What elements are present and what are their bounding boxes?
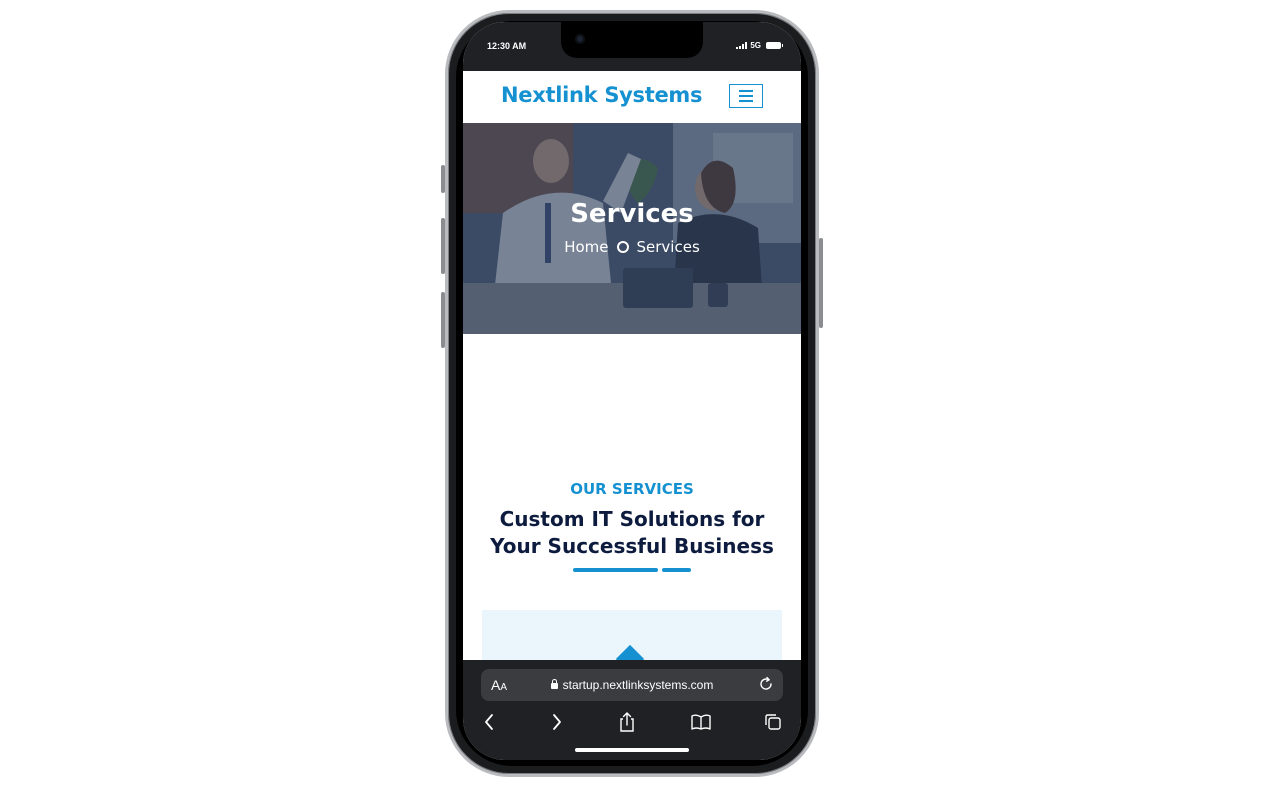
tabs-icon bbox=[765, 714, 781, 730]
address-bar[interactable]: AA startup.nextlinksystems.com bbox=[481, 669, 783, 701]
status-indicators: 5G bbox=[736, 41, 783, 50]
home-indicator[interactable] bbox=[575, 748, 689, 752]
reload-icon[interactable] bbox=[758, 676, 774, 692]
breadcrumb-current: Services bbox=[636, 238, 700, 256]
status-bar: 12:30 AM 5G bbox=[463, 22, 801, 71]
chevron-right-icon bbox=[553, 714, 561, 730]
hamburger-icon-bar bbox=[739, 95, 753, 97]
section-title-line: Your Successful Business bbox=[490, 534, 774, 558]
hamburger-icon-bar bbox=[739, 100, 753, 102]
book-icon bbox=[691, 714, 711, 730]
section-subtitle: OUR SERVICES bbox=[570, 480, 694, 498]
tabs-button[interactable] bbox=[761, 710, 785, 734]
notch bbox=[561, 22, 703, 58]
network-type: 5G bbox=[750, 41, 761, 50]
hero-banner: Services Home Services bbox=[463, 123, 801, 334]
circle-icon bbox=[616, 241, 629, 253]
share-button[interactable] bbox=[615, 710, 639, 734]
back-button[interactable] bbox=[477, 710, 501, 734]
section-title-line: Custom IT Solutions for bbox=[499, 507, 765, 531]
signal-icon bbox=[736, 42, 748, 49]
page-title: Services bbox=[570, 199, 694, 229]
stage: 12:30 AM 5G Nextlink Systems Services Ho… bbox=[0, 0, 1264, 787]
section-title: Custom IT Solutions for Your Successful … bbox=[483, 506, 781, 560]
url-display: startup.nextlinksystems.com bbox=[481, 678, 783, 692]
site-header: Nextlink Systems bbox=[463, 71, 801, 123]
phone-screen: 12:30 AM 5G Nextlink Systems Services Ho… bbox=[463, 22, 801, 760]
browser-toolbar bbox=[463, 710, 801, 736]
title-underline bbox=[573, 568, 658, 572]
share-icon bbox=[620, 712, 634, 732]
hamburger-icon-bar bbox=[739, 90, 753, 92]
breadcrumb-home-link[interactable]: Home bbox=[564, 238, 608, 256]
lock-icon bbox=[550, 679, 558, 689]
chevron-left-icon bbox=[485, 714, 493, 730]
site-logo[interactable]: Nextlink Systems bbox=[501, 83, 703, 107]
bookmarks-button[interactable] bbox=[689, 710, 713, 734]
url-text: startup.nextlinksystems.com bbox=[562, 678, 714, 692]
browser-bottom-bar: AA startup.nextlinksystems.com bbox=[463, 660, 801, 760]
forward-button[interactable] bbox=[545, 710, 569, 734]
breadcrumb: Home Services bbox=[463, 238, 801, 256]
title-underline-accent bbox=[662, 568, 691, 572]
power-button bbox=[819, 238, 823, 328]
front-camera bbox=[575, 34, 585, 44]
status-time: 12:30 AM bbox=[487, 41, 527, 51]
battery-icon bbox=[766, 42, 783, 49]
hamburger-menu-button[interactable] bbox=[729, 84, 763, 108]
